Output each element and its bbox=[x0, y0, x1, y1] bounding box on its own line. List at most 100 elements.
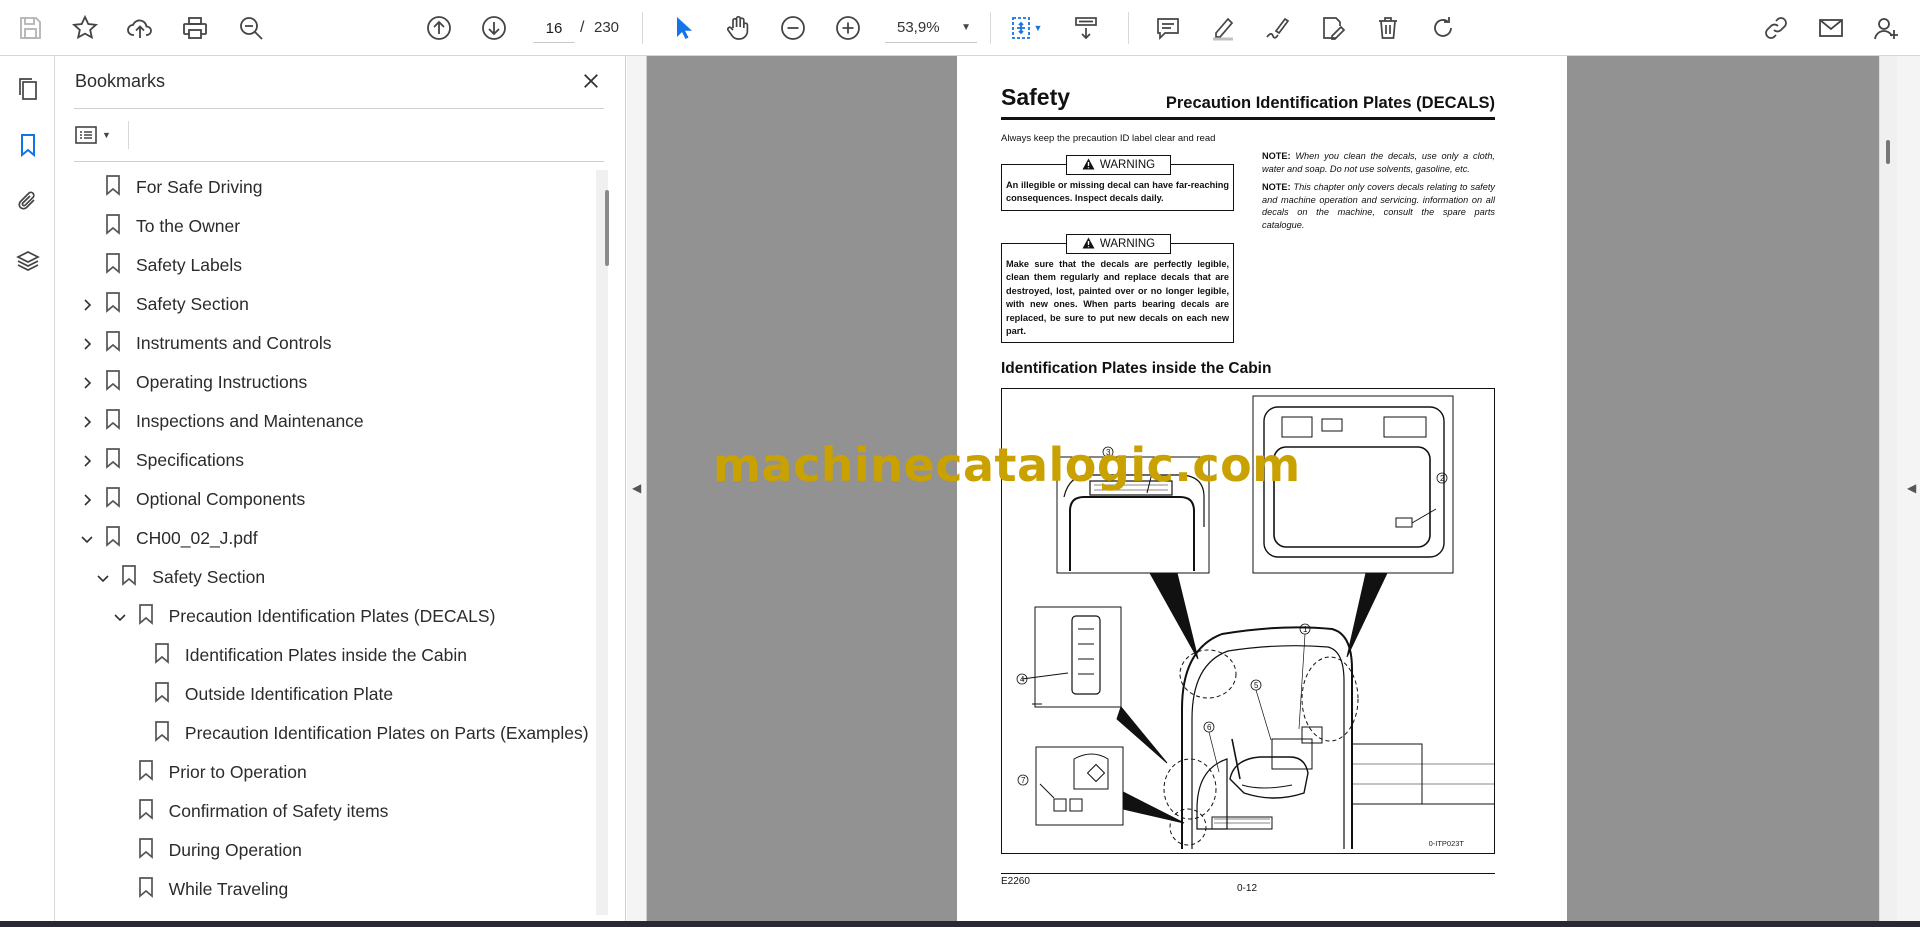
bookmark-icon bbox=[104, 486, 136, 513]
chevron-right-icon[interactable] bbox=[76, 411, 98, 433]
bookmark-item[interactable]: Operating Instructions bbox=[76, 363, 307, 402]
share-link-icon[interactable] bbox=[1758, 10, 1794, 46]
bookmarks-icon[interactable] bbox=[12, 129, 44, 161]
bookmark-item[interactable]: Inspections and Maintenance bbox=[76, 402, 364, 441]
callout-7: 7 bbox=[1021, 776, 1026, 785]
warning-tag: WARNING bbox=[1066, 234, 1171, 254]
next-page-icon[interactable] bbox=[476, 10, 512, 46]
bookmark-icon bbox=[120, 564, 152, 591]
close-icon[interactable] bbox=[578, 68, 604, 94]
window-bottom-edge bbox=[0, 921, 1920, 927]
bookmark-icon bbox=[104, 369, 136, 396]
collapse-left-panel-button[interactable]: ◀ bbox=[627, 56, 647, 922]
page-separator: / bbox=[580, 19, 585, 36]
bookmark-scrollbar-thumb[interactable] bbox=[605, 190, 609, 266]
page-thumbnails-icon[interactable] bbox=[12, 73, 44, 105]
bookmark-icon bbox=[104, 408, 136, 435]
chevron-right-icon[interactable] bbox=[76, 372, 98, 394]
zoom-level-dropdown[interactable]: 53,9% ▼ bbox=[885, 13, 977, 43]
comment-icon[interactable] bbox=[1150, 10, 1186, 46]
bookmark-item[interactable]: During Operation bbox=[109, 831, 302, 870]
bookmark-label: CH00_02_J.pdf bbox=[136, 528, 258, 548]
rotate-icon[interactable] bbox=[1425, 10, 1461, 46]
layers-icon[interactable] bbox=[12, 245, 44, 277]
bookmark-item[interactable]: Safety Section bbox=[92, 558, 265, 597]
bookmark-item[interactable]: Confirmation of Safety items bbox=[109, 792, 388, 831]
bookmark-label: Identification Plates inside the Cabin bbox=[184, 645, 468, 665]
chevron-right-icon[interactable] bbox=[76, 450, 98, 472]
upload-cloud-icon[interactable] bbox=[122, 10, 158, 46]
bookmark-icon bbox=[104, 447, 136, 474]
edit-pdf-icon[interactable] bbox=[1315, 10, 1351, 46]
bookmark-icon bbox=[104, 330, 136, 357]
bookmark-item[interactable]: Prior to Operation bbox=[109, 753, 307, 792]
bookmark-item[interactable]: Safety Labels bbox=[76, 246, 242, 285]
bookmark-icon bbox=[153, 720, 185, 747]
bookmark-item[interactable]: To the Owner bbox=[76, 207, 240, 246]
bookmark-item[interactable]: Instruments and Controls bbox=[76, 324, 332, 363]
scroll-mode-icon[interactable] bbox=[1068, 10, 1104, 46]
fit-page-dropdown[interactable]: ▼ bbox=[1000, 10, 1050, 46]
panel-title: Bookmarks bbox=[75, 71, 166, 91]
chevron-down-icon[interactable] bbox=[92, 567, 114, 589]
chevron-right-icon[interactable] bbox=[76, 489, 98, 511]
note-label: NOTE: bbox=[1262, 182, 1291, 192]
chevron-right-icon[interactable] bbox=[76, 294, 98, 316]
page-number-input[interactable]: 16 bbox=[533, 13, 575, 43]
delete-trash-icon[interactable] bbox=[1370, 10, 1406, 46]
previous-page-icon[interactable] bbox=[421, 10, 457, 46]
highlight-pen-icon[interactable] bbox=[1205, 10, 1241, 46]
zoom-in-icon[interactable] bbox=[830, 10, 866, 46]
bookmark-item[interactable]: CH00_02_J.pdf bbox=[76, 519, 258, 558]
bookmark-item[interactable]: For Safe Driving bbox=[76, 168, 262, 207]
save-icon[interactable] bbox=[12, 10, 48, 46]
print-icon[interactable] bbox=[177, 10, 213, 46]
bookmark-label: Optional Components bbox=[136, 489, 306, 509]
document-scrollbar[interactable] bbox=[1879, 56, 1897, 922]
star-icon[interactable] bbox=[67, 10, 103, 46]
warning-triangle-icon bbox=[1082, 237, 1095, 249]
bookmark-item[interactable]: Outside Identification Plate bbox=[125, 675, 393, 714]
bookmark-icon bbox=[104, 174, 136, 201]
bookmark-options-dropdown[interactable]: ▼ bbox=[74, 120, 124, 150]
chevron-down-icon[interactable] bbox=[109, 606, 131, 628]
page-total: 230 bbox=[594, 19, 620, 36]
email-icon[interactable] bbox=[1813, 10, 1849, 46]
chevron-down-icon: ▼ bbox=[102, 130, 111, 140]
select-cursor-icon[interactable] bbox=[665, 10, 701, 46]
draw-freehand-icon[interactable] bbox=[1260, 10, 1296, 46]
attachments-paperclip-icon[interactable] bbox=[12, 185, 44, 217]
bookmark-icon bbox=[137, 798, 169, 825]
bookmark-icon bbox=[137, 759, 169, 786]
bookmark-label: Outside Identification Plate bbox=[184, 684, 394, 704]
bookmark-tree: For Safe Driving To the Owner Safety Label… bbox=[56, 168, 596, 922]
warning-tag: WARNING bbox=[1066, 155, 1171, 175]
bookmark-label: Specifications bbox=[136, 450, 244, 470]
callout-1: 1 bbox=[1303, 625, 1308, 634]
account-icon[interactable] bbox=[1868, 10, 1904, 46]
bookmark-scrollbar[interactable] bbox=[596, 170, 608, 915]
bookmark-item[interactable]: Optional Components bbox=[76, 480, 305, 519]
bookmark-item[interactable]: Precaution Identification Plates on Part… bbox=[125, 714, 589, 753]
bookmark-item[interactable]: Identification Plates inside the Cabin bbox=[125, 636, 467, 675]
bookmark-item[interactable]: Precaution Identification Plates (DECALS… bbox=[109, 597, 496, 636]
callout-2: 2 bbox=[1440, 474, 1445, 483]
bookmark-item[interactable]: Specifications bbox=[76, 441, 244, 480]
zoom-out-icon[interactable] bbox=[775, 10, 811, 46]
chevron-right-icon[interactable] bbox=[76, 333, 98, 355]
chevron-down-icon[interactable] bbox=[76, 528, 98, 550]
bookmark-icon bbox=[104, 252, 136, 279]
document-scrollbar-thumb[interactable] bbox=[1886, 140, 1890, 164]
hand-tool-icon[interactable] bbox=[720, 10, 756, 46]
bookmark-icon bbox=[104, 291, 136, 318]
bookmark-label: Precaution Identification Plates (DECALS… bbox=[168, 606, 496, 626]
zoom-level-value: 53,9% bbox=[897, 19, 940, 36]
bookmark-item[interactable]: Safety Section bbox=[76, 285, 249, 324]
footer-page-number: 0-12 bbox=[1237, 883, 1258, 894]
note-text: When you clean the decals, use only a cl… bbox=[1262, 151, 1495, 174]
footer-model: E2260 bbox=[1001, 876, 1030, 887]
search-icon[interactable] bbox=[233, 10, 269, 46]
warning-triangle-icon bbox=[1082, 158, 1095, 170]
bookmark-item[interactable]: While Traveling bbox=[109, 870, 288, 909]
note-text: This chapter only covers decals relating… bbox=[1262, 182, 1495, 231]
